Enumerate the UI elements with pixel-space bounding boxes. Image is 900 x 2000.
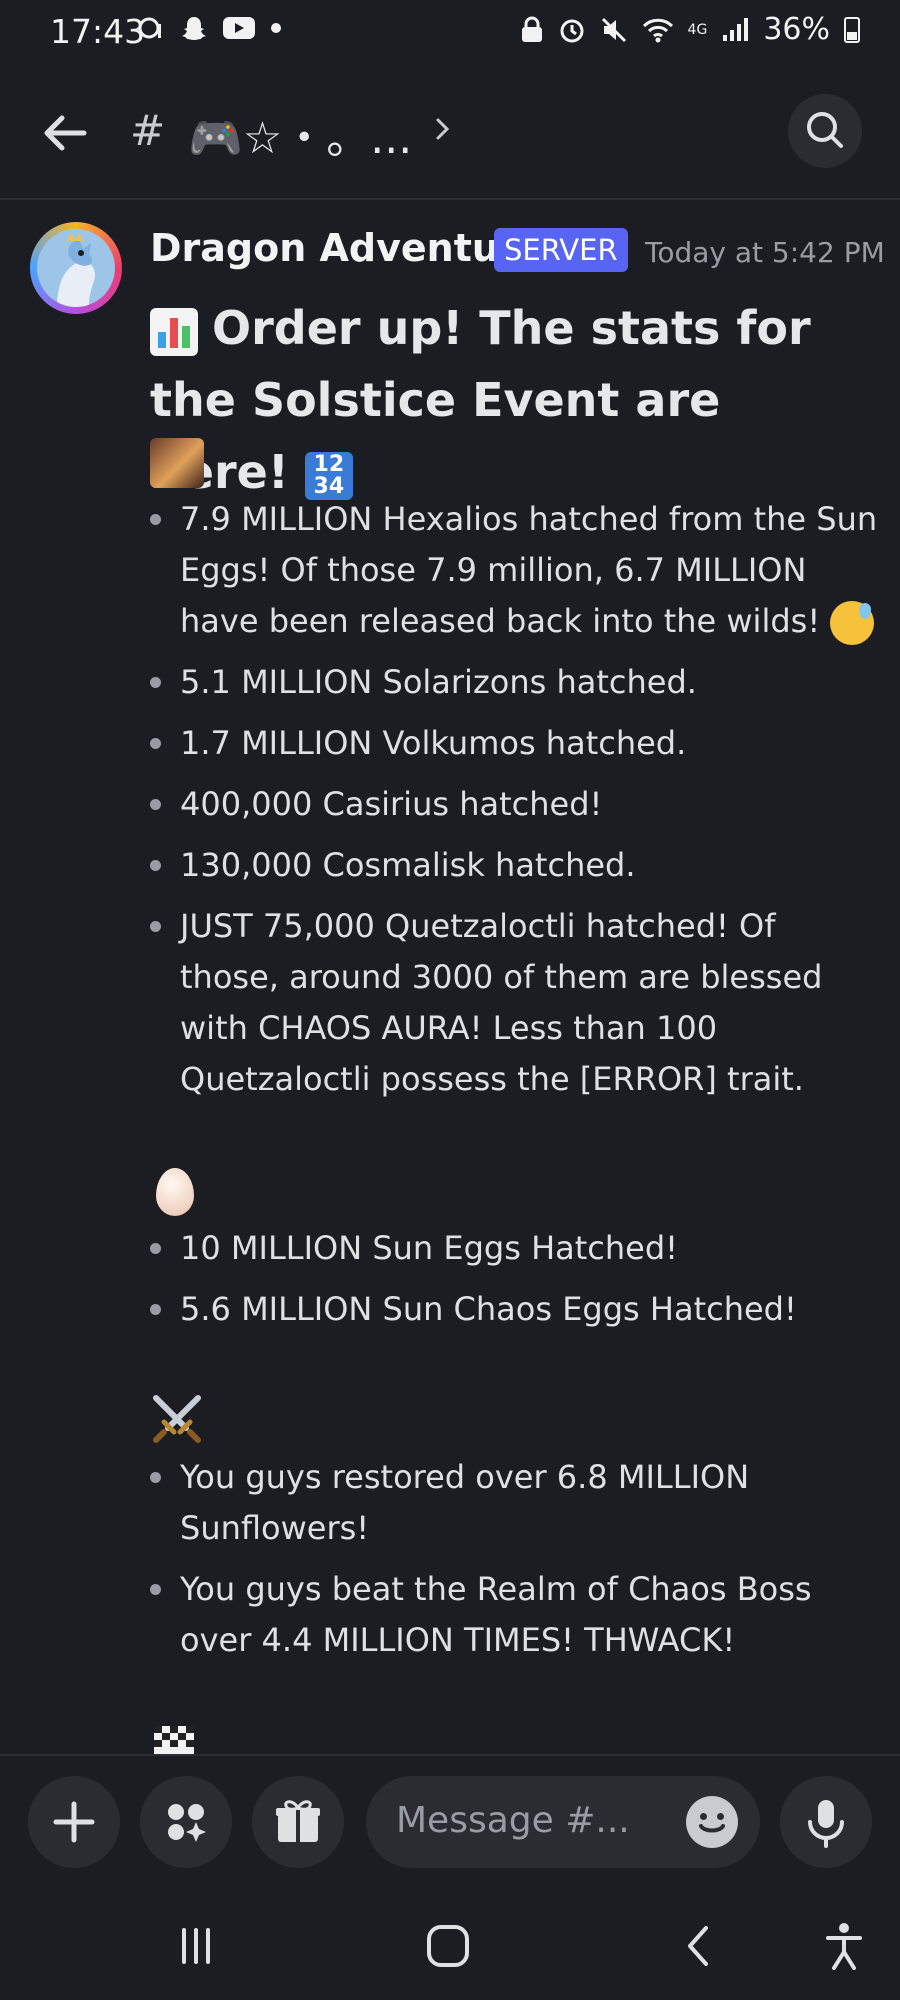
message-input[interactable]: Message #...: [366, 1776, 760, 1868]
channel-hash: #: [130, 106, 166, 155]
alarm-icon: [560, 19, 584, 42]
stats-list-hatches: 7.9 MILLION Hexalios hatched from the Su…: [150, 494, 880, 1115]
crossed-swords-emoji-icon: [153, 1395, 201, 1443]
sweat-smile-emoji-icon: [830, 601, 875, 645]
list-item: 130,000 Cosmalisk hatched.: [150, 840, 880, 891]
status-bar: 17:43 4G 36%: [0, 0, 900, 64]
stats-list-eggs: 10 MILLION Sun Eggs Hatched! 5.6 MILLION…: [150, 1223, 880, 1345]
list-item: You guys restored over 6.8 MILLION Sunfl…: [150, 1452, 880, 1554]
gift-icon: [276, 1800, 320, 1842]
apps-button[interactable]: [140, 1776, 232, 1868]
message-headline: Order up! The stats for the Solstice Eve…: [150, 292, 870, 508]
system-status: 4G 36%: [520, 12, 860, 47]
server-badge: SERVER: [494, 228, 628, 272]
input-numbers-emoji-icon: 12 34: [304, 451, 353, 500]
lock-icon: [521, 16, 542, 42]
channel-name[interactable]: 🎮☆・。...: [188, 102, 412, 166]
home-icon[interactable]: [418, 1916, 478, 1976]
microphone-button[interactable]: [780, 1776, 872, 1868]
wifi-icon: [642, 18, 673, 42]
accessibility-icon[interactable]: [814, 1916, 874, 1976]
add-button[interactable]: [28, 1776, 120, 1868]
list-item: 7.9 MILLION Hexalios hatched from the Su…: [150, 494, 880, 647]
microphone-icon: [808, 1800, 844, 1848]
snapchat-icon: [182, 17, 206, 40]
list-item: JUST 75,000 Quetzaloctli hatched! Of tho…: [150, 901, 880, 1105]
apps-icon: [168, 1804, 206, 1842]
bar-chart-emoji-icon: [150, 307, 198, 356]
dragon-emoji-icon: [150, 438, 204, 488]
dot-icon: [271, 23, 281, 33]
smile-icon[interactable]: [686, 1796, 738, 1848]
recent-apps-icon[interactable]: [166, 1916, 226, 1976]
notification-app-icon: [138, 17, 161, 39]
battery-icon: [844, 16, 860, 43]
checkered-flag-emoji-icon: [154, 1726, 194, 1754]
gift-button[interactable]: [252, 1776, 344, 1868]
chevron-right-icon[interactable]: [432, 114, 454, 144]
stats-list-achievements: You guys restored over 6.8 MILLION Sunfl…: [150, 1452, 880, 1676]
author-avatar[interactable]: [30, 222, 122, 314]
headline-text: Order up! The stats for the Solstice Eve…: [150, 301, 811, 499]
youtube-icon: [223, 17, 255, 39]
notification-icons: [138, 14, 282, 42]
arrow-left-icon[interactable]: [40, 108, 90, 158]
battery-percent: 36%: [763, 12, 830, 47]
list-item: 10 MILLION Sun Eggs Hatched!: [150, 1223, 880, 1274]
egg-emoji-icon: [156, 1168, 194, 1216]
message-timestamp: Today at 5:42 PM: [645, 236, 885, 269]
search-button[interactable]: [788, 94, 862, 168]
list-item: 5.1 MILLION Solarizons hatched.: [150, 657, 880, 708]
signal-icon: [723, 17, 749, 41]
list-item: 400,000 Casirius hatched!: [150, 779, 880, 830]
plus-icon: [53, 1801, 95, 1843]
channel-header: # 🎮☆・。...: [0, 64, 900, 200]
message-placeholder: Message #...: [396, 1800, 630, 1841]
list-item: 5.6 MILLION Sun Chaos Eggs Hatched!: [150, 1284, 880, 1335]
back-nav-icon[interactable]: [670, 1916, 730, 1976]
status-time: 17:43: [50, 12, 146, 51]
system-navigation-bar: [0, 1886, 900, 2000]
network-type: 4G: [687, 21, 708, 38]
mute-icon: [601, 17, 626, 42]
list-item: 1.7 MILLION Volkumos hatched.: [150, 718, 880, 769]
message-composer: Message #...: [0, 1754, 900, 1886]
list-item: You guys beat the Realm of Chaos Boss ov…: [150, 1564, 880, 1666]
search-icon: [807, 112, 843, 148]
